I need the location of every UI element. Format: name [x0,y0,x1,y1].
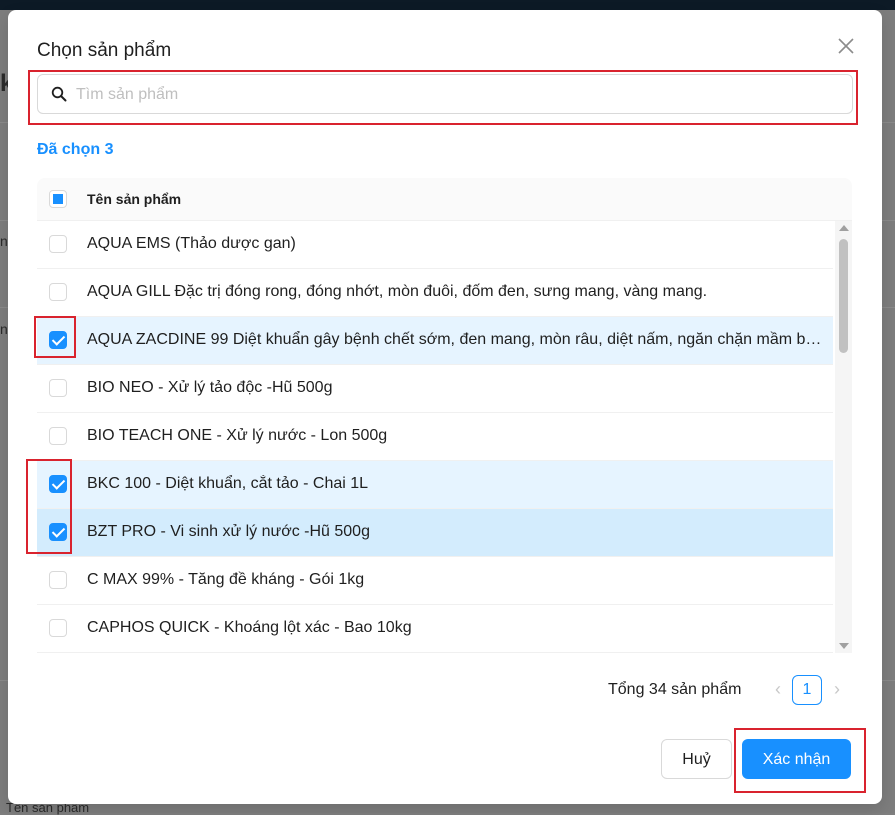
product-name: BKC 100 - Diệt khuẩn, cắt tảo - Chai 1L [87,475,369,492]
background-text-fragment: n [0,321,8,337]
pagination-page-1[interactable]: 1 [792,675,822,705]
scroll-up-arrow-icon[interactable] [839,225,849,231]
row-checkbox[interactable] [49,571,67,589]
table-header: Tên sản phẩm [37,178,852,221]
table-row[interactable]: CAPHOS QUICK - Khoáng lột xác - Bao 10kg [37,605,833,653]
table-row[interactable]: BIO TEACH ONE - Xử lý nước - Lon 500g [37,413,833,461]
product-picker-modal: Chọn sản phẩm Đã chọn 3 Tên sản phẩm AQU… [8,10,882,804]
selected-count-link[interactable]: Đã chọn 3 [37,141,113,159]
row-checkbox[interactable] [49,283,67,301]
product-name: BZT PRO - Vi sinh xử lý nước -Hũ 500g [87,523,370,540]
scrollbar-thumb[interactable] [839,239,848,353]
row-checkbox[interactable] [49,475,67,493]
table-scrollbar[interactable] [835,221,852,653]
table-row[interactable]: BZT PRO - Vi sinh xử lý nước -Hũ 500g [37,509,833,557]
row-checkbox[interactable] [49,235,67,253]
table-row[interactable]: BKC 100 - Diệt khuẩn, cắt tảo - Chai 1L [37,461,833,509]
confirm-button[interactable]: Xác nhận [742,739,851,779]
row-checkbox[interactable] [49,427,67,445]
close-icon[interactable] [834,34,858,58]
product-name: C MAX 99% - Tăng đề kháng - Gói 1kg [87,571,365,588]
row-checkbox[interactable] [49,331,67,349]
product-name: BIO NEO - Xử lý tảo độc -Hũ 500g [87,379,333,396]
pagination-total: Tổng 34 sản phẩm [608,681,742,698]
row-checkbox[interactable] [49,379,67,397]
background-text-fragment: n [0,233,8,249]
search-input[interactable] [74,75,848,115]
search-icon [51,86,67,102]
select-all-checkbox[interactable] [49,190,67,208]
search-box[interactable] [37,74,853,115]
product-name: AQUA ZACDINE 99 Diệt khuẩn gây bệnh chết… [87,331,823,348]
product-table-body: AQUA EMS (Thảo dược gan) AQUA GILL Đặc t… [37,221,833,653]
row-checkbox[interactable] [49,523,67,541]
pagination-prev-icon[interactable]: ‹ [770,678,786,700]
cancel-button[interactable]: Huỷ [661,739,732,779]
product-name: AQUA EMS (Thảo dược gan) [87,235,296,252]
product-name: CAPHOS QUICK - Khoáng lột xác - Bao 10kg [87,619,412,636]
row-checkbox[interactable] [49,619,67,637]
scroll-down-arrow-icon[interactable] [839,643,849,649]
table-row[interactable]: AQUA ZACDINE 99 Diệt khuẩn gây bệnh chết… [37,317,833,365]
table-row[interactable]: C MAX 99% - Tăng đề kháng - Gói 1kg [37,557,833,605]
background-topbar [0,0,895,10]
table-row[interactable]: AQUA EMS (Thảo dược gan) [37,221,833,269]
product-name: AQUA GILL Đặc trị đóng rong, đóng nhớt, … [87,283,708,300]
column-header-product-name: Tên sản phẩm [87,191,182,207]
pagination-next-icon[interactable]: › [829,678,845,700]
modal-title: Chọn sản phẩm [37,40,172,61]
table-row[interactable]: AQUA GILL Đặc trị đóng rong, đóng nhớt, … [37,269,833,317]
table-row[interactable]: BIO NEO - Xử lý tảo độc -Hũ 500g [37,365,833,413]
product-name: BIO TEACH ONE - Xử lý nước - Lon 500g [87,427,388,444]
